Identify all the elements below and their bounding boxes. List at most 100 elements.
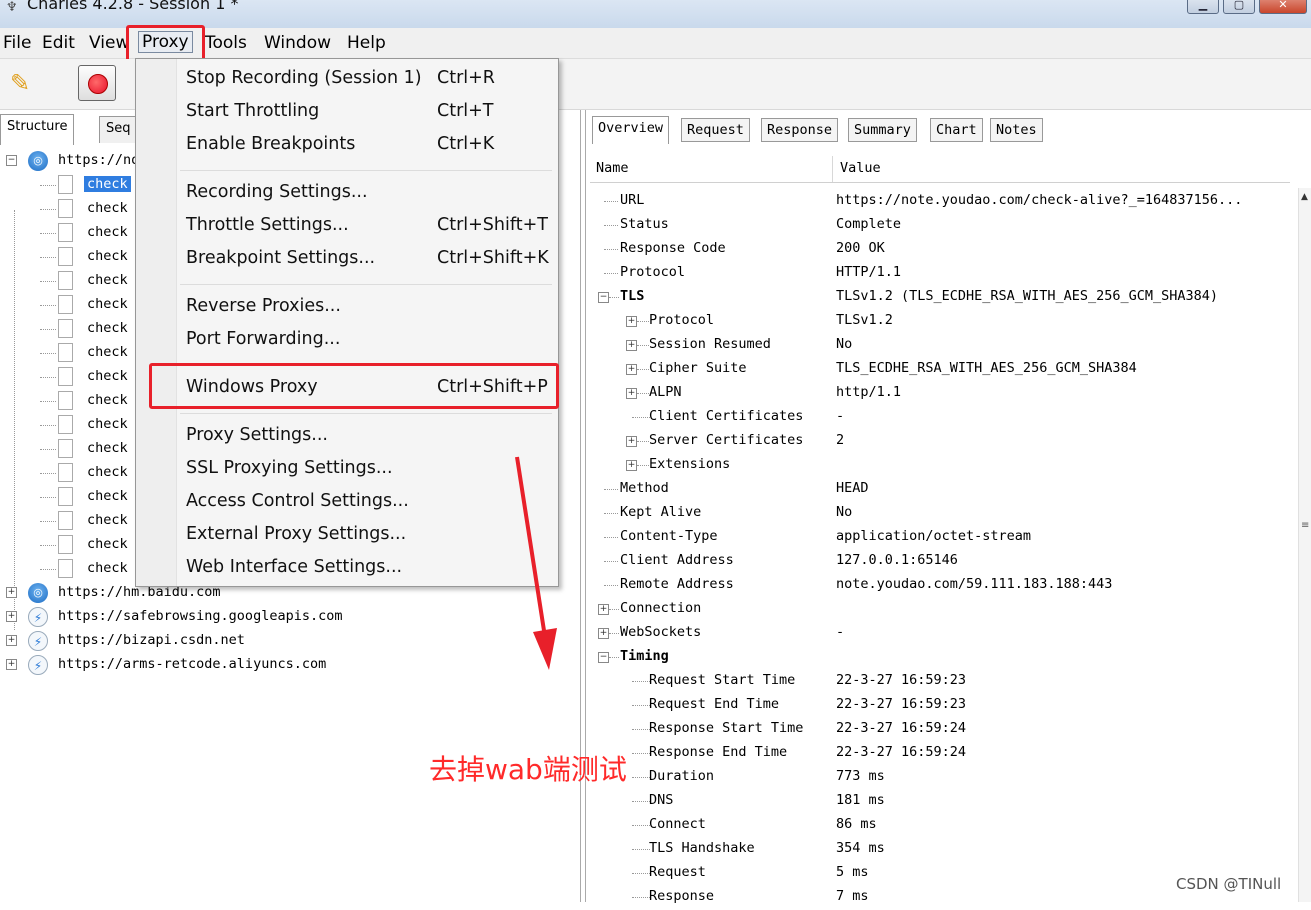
title-bar: ♆ Charles 4.2.8 - Session 1 * ▁ ▢ ✕	[0, 0, 1311, 28]
overview-row[interactable]: Method HEAD	[586, 478, 1286, 502]
overview-row[interactable]: URL https://note.youdao.com/check-alive?_…	[586, 190, 1286, 214]
minimize-button[interactable]: ▁	[1187, 0, 1219, 14]
menu-view[interactable]: View	[89, 33, 129, 53]
menu-item-label: Web Interface Settings...	[186, 557, 403, 577]
row-name: Connect	[649, 816, 706, 832]
request-label: check	[87, 320, 128, 336]
tab-request[interactable]: Request	[681, 118, 750, 142]
menu-tools[interactable]: Tools	[205, 33, 247, 53]
expand-icon[interactable]: +	[598, 604, 609, 615]
expand-icon[interactable]: +	[6, 659, 17, 670]
expand-icon[interactable]: +	[626, 316, 637, 327]
overview-row[interactable]: + Cipher Suite TLS_ECDHE_RSA_WITH_AES_256_…	[586, 358, 1286, 382]
menu-item-stop-recording-session-1[interactable]: Stop Recording (Session 1) Ctrl+R	[186, 66, 556, 94]
menu-item-port-forwarding[interactable]: Port Forwarding...	[186, 327, 556, 355]
tree-host-row[interactable]: + ⚡ https://safebrowsing.googleapis.com	[0, 606, 580, 630]
expand-icon[interactable]: +	[626, 436, 637, 447]
collapse-icon[interactable]: −	[6, 155, 17, 166]
column-name[interactable]: Name	[596, 160, 629, 176]
close-button[interactable]: ✕	[1259, 0, 1307, 14]
menu-item-label: Recording Settings...	[186, 182, 368, 202]
overview-row[interactable]: + WebSockets -	[586, 622, 1286, 646]
menu-item-proxy-settings[interactable]: Proxy Settings...	[186, 423, 556, 451]
overview-row[interactable]: + Server Certificates 2	[586, 430, 1286, 454]
row-value: https://note.youdao.com/check-alive?_=16…	[836, 192, 1243, 208]
overview-row[interactable]: Content-Type application/octet-stream	[586, 526, 1286, 550]
overview-row[interactable]: Client Certificates -	[586, 406, 1286, 430]
menu-item-breakpoint-settings[interactable]: Breakpoint Settings... Ctrl+Shift+K	[186, 246, 556, 274]
menu-item-shortcut: Ctrl+Shift+T	[437, 215, 548, 235]
row-value: HTTP/1.1	[836, 264, 902, 280]
expand-icon[interactable]: +	[626, 340, 637, 351]
menu-item-enable-breakpoints[interactable]: Enable Breakpoints Ctrl+K	[186, 132, 556, 160]
menu-item-label: Reverse Proxies...	[186, 296, 341, 316]
overview-row[interactable]: TLS Handshake 354 ms	[586, 838, 1286, 862]
tab-chart[interactable]: Chart	[930, 118, 983, 142]
tab-response[interactable]: Response	[761, 118, 839, 142]
record-button[interactable]	[78, 65, 116, 101]
overview-row[interactable]: DNS 181 ms	[586, 790, 1286, 814]
tree-host-row[interactable]: + ⚡ https://arms-retcode.aliyuncs.com	[0, 654, 580, 678]
overview-row[interactable]: + Session Resumed No	[586, 334, 1286, 358]
menu-file[interactable]: File	[3, 33, 31, 53]
overview-row[interactable]: + Extensions	[586, 454, 1286, 478]
collapse-icon[interactable]: −	[598, 652, 609, 663]
overview-row[interactable]: Request End Time 22-3-27 16:59:23	[586, 694, 1286, 718]
overview-row[interactable]: Protocol HTTP/1.1	[586, 262, 1286, 286]
expand-icon[interactable]: +	[6, 635, 17, 646]
overview-row[interactable]: Connect 86 ms	[586, 814, 1286, 838]
scroll-grip-icon[interactable]: ≡	[1301, 520, 1309, 531]
tab-notes[interactable]: Notes	[990, 118, 1043, 142]
menu-item-throttle-settings[interactable]: Throttle Settings... Ctrl+Shift+T	[186, 213, 556, 241]
tab-structure[interactable]: Structure	[0, 114, 75, 145]
overview-row[interactable]: Request Start Time 22-3-27 16:59:23	[586, 670, 1286, 694]
menu-help[interactable]: Help	[347, 33, 386, 53]
request-label: check	[87, 416, 128, 432]
menu-item-ssl-proxying-settings[interactable]: SSL Proxying Settings...	[186, 456, 556, 484]
menu-item-access-control-settings[interactable]: Access Control Settings...	[186, 489, 556, 517]
menu-item-reverse-proxies[interactable]: Reverse Proxies...	[186, 294, 556, 322]
globe-icon: ◎	[28, 583, 48, 603]
menu-item-label: SSL Proxying Settings...	[186, 458, 393, 478]
overview-row[interactable]: Status Complete	[586, 214, 1286, 238]
overview-row[interactable]: Response Start Time 22-3-27 16:59:24	[586, 718, 1286, 742]
overview-row[interactable]: Remote Address note.youdao.com/59.111.183…	[586, 574, 1286, 598]
menu-edit[interactable]: Edit	[42, 33, 75, 53]
overview-row[interactable]: Kept Alive No	[586, 502, 1286, 526]
tab-overview[interactable]: Overview	[592, 116, 670, 144]
menu-window[interactable]: Window	[264, 33, 331, 53]
expand-icon[interactable]: +	[6, 587, 17, 598]
request-label: check	[87, 536, 128, 552]
column-value[interactable]: Value	[840, 160, 881, 176]
overview-row[interactable]: + Protocol TLSv1.2	[586, 310, 1286, 334]
menu-item-recording-settings[interactable]: Recording Settings...	[186, 180, 556, 208]
maximize-button[interactable]: ▢	[1223, 0, 1255, 14]
tab-summary[interactable]: Summary	[848, 118, 917, 142]
row-name: TLS Handshake	[649, 840, 755, 856]
menu-item-start-throttling[interactable]: Start Throttling Ctrl+T	[186, 99, 556, 127]
expand-icon[interactable]: +	[626, 460, 637, 471]
overview-row[interactable]: Duration 773 ms	[586, 766, 1286, 790]
tab-sequence[interactable]: Seq	[99, 116, 138, 143]
expand-icon[interactable]: +	[598, 628, 609, 639]
expand-icon[interactable]: +	[626, 388, 637, 399]
broom-icon[interactable]: ✎	[10, 69, 30, 97]
overview-row[interactable]: − Timing	[586, 646, 1286, 670]
overview-row[interactable]: Response End Time 22-3-27 16:59:24	[586, 742, 1286, 766]
tree-host-row[interactable]: + ⚡ https://bizapi.csdn.net	[0, 630, 580, 654]
menu-item-external-proxy-settings[interactable]: External Proxy Settings...	[186, 522, 556, 550]
overview-row[interactable]: Response Code 200 OK	[586, 238, 1286, 262]
collapse-icon[interactable]: −	[598, 292, 609, 303]
overview-row[interactable]: + Connection	[586, 598, 1286, 622]
menu-item-web-interface-settings[interactable]: Web Interface Settings...	[186, 555, 556, 583]
row-name: Session Resumed	[649, 336, 771, 352]
overview-row[interactable]: − TLS TLSv1.2 (TLS_ECDHE_RSA_WITH_AES_256_…	[586, 286, 1286, 310]
expand-icon[interactable]: +	[6, 611, 17, 622]
expand-icon[interactable]: +	[626, 364, 637, 375]
scrollbar[interactable]: ▲ ≡	[1298, 188, 1311, 902]
bolt-icon: ⚡	[28, 607, 48, 627]
overview-row[interactable]: + ALPN http/1.1	[586, 382, 1286, 406]
overview-row[interactable]: Client Address 127.0.0.1:65146	[586, 550, 1286, 574]
document-icon	[58, 487, 73, 506]
scroll-up-icon[interactable]: ▲	[1301, 192, 1308, 202]
